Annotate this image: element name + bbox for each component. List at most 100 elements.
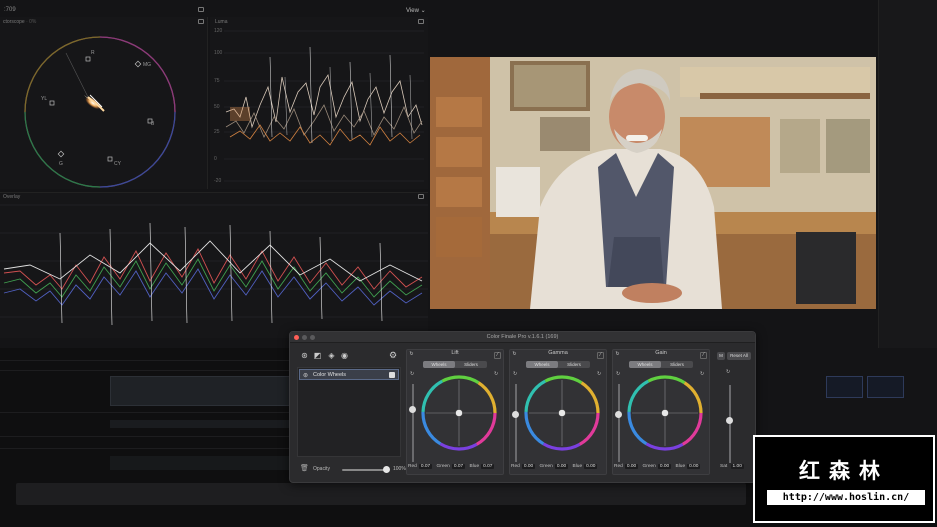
lift-red-value[interactable]: 0.07 bbox=[418, 464, 433, 469]
color-wheels-tool-icon[interactable]: ⊛ bbox=[300, 351, 309, 360]
gain-link-icon[interactable]: ↻ bbox=[614, 352, 621, 359]
window-titlebar[interactable]: Color Finale Pro v.1.6.1 (169) bbox=[290, 332, 755, 343]
opacity-value: 100% bbox=[393, 466, 406, 472]
timeline-audio-clip[interactable] bbox=[110, 420, 290, 428]
gamma-wheels-tab[interactable]: Wheels bbox=[526, 361, 558, 368]
gamma-green-value[interactable]: 0.00 bbox=[554, 464, 569, 469]
opacity-slider-knob[interactable] bbox=[383, 466, 390, 473]
gamma-mode-toggle: Wheels Sliders bbox=[526, 361, 590, 368]
lift-green-value[interactable]: 0.07 bbox=[451, 464, 466, 469]
window-title: Color Finale Pro v.1.6.1 (169) bbox=[486, 334, 559, 340]
video-frame-image bbox=[430, 57, 876, 309]
lift-green-label: Green bbox=[436, 464, 450, 469]
gain-master-slider-knob[interactable] bbox=[615, 411, 622, 418]
lift-red-label: Red bbox=[408, 464, 417, 469]
curves-tool-icon[interactable]: ◩ bbox=[313, 351, 322, 360]
gamma-blue-value[interactable]: 0.00 bbox=[584, 464, 598, 469]
inspector-swatch-2[interactable] bbox=[867, 376, 904, 398]
watermark-url: http://www.hoslin.cn/ bbox=[767, 490, 925, 505]
right-sidebar-strip bbox=[878, 0, 937, 348]
gain-blue-label: Blue bbox=[675, 464, 686, 469]
saturation-panel: ↻ Sat 1.00 bbox=[718, 349, 754, 475]
gamma-eyedropper-icon[interactable]: ⁄ bbox=[597, 352, 604, 359]
frame-label: :709 bbox=[4, 7, 16, 13]
view-menu[interactable]: View ⌄ bbox=[406, 7, 426, 14]
timeline-audio-clip-2[interactable] bbox=[110, 456, 290, 470]
sat-value[interactable]: 1.00 bbox=[730, 464, 744, 469]
gain-green-label: Green bbox=[642, 464, 656, 469]
svg-text:CY: CY bbox=[114, 161, 122, 167]
layer-list: ⊛ Color Wheels bbox=[297, 367, 401, 457]
layer-toolbar: ⊛ ◩ ◈ ◉ bbox=[300, 351, 400, 361]
gain-green-value[interactable]: 0.00 bbox=[657, 464, 672, 469]
scopes-panel: :709 View ⌄ ctorscope · 0% R MG B CY G Y… bbox=[0, 0, 878, 348]
svg-text:YL: YL bbox=[41, 96, 47, 102]
lift-mode-toggle: Wheels Sliders bbox=[423, 361, 487, 368]
gamma-green-label: Green bbox=[539, 464, 553, 469]
gamma-reset-icon[interactable]: ↻ bbox=[513, 371, 517, 377]
gain-wheels-tab[interactable]: Wheels bbox=[629, 361, 661, 368]
hue-tool-icon[interactable]: ◉ bbox=[340, 351, 349, 360]
gamma-sliders-tab[interactable]: Sliders bbox=[558, 361, 590, 368]
opacity-slider[interactable] bbox=[342, 469, 388, 471]
lut-tool-icon[interactable]: ◈ bbox=[327, 351, 336, 360]
gain-mode-toggle: Wheels Sliders bbox=[629, 361, 693, 368]
layers-sidebar: ⊛ ◩ ◈ ◉ ⊛ Color Wheels 🗑 Opacity 100% bbox=[297, 349, 406, 477]
vectorscope-graticule: R MG B CY G YL bbox=[24, 36, 176, 188]
gamma-title: Gamma bbox=[548, 350, 568, 356]
inspector-panel bbox=[754, 348, 937, 438]
gamma-red-label: Red bbox=[511, 464, 520, 469]
lift-master-slider-knob[interactable] bbox=[409, 406, 416, 413]
opacity-control: 🗑 Opacity 100% bbox=[297, 463, 406, 475]
trash-icon[interactable]: 🗑 bbox=[300, 464, 309, 472]
gamma-color-wheel[interactable] bbox=[521, 372, 603, 454]
luma-trace bbox=[224, 30, 424, 182]
sat-slider-knob[interactable] bbox=[726, 417, 733, 424]
gear-icon[interactable]: ⚙ bbox=[389, 350, 397, 361]
gain-reset-icon[interactable]: ↻ bbox=[616, 371, 620, 377]
gain-sliders-tab[interactable]: Sliders bbox=[661, 361, 693, 368]
gain-master-slider[interactable] bbox=[618, 384, 620, 462]
gamma-master-slider-knob[interactable] bbox=[512, 411, 519, 418]
lift-blue-label: Blue bbox=[469, 464, 480, 469]
lift-blue-value[interactable]: 0.07 bbox=[481, 464, 495, 469]
gain-color-wheel[interactable] bbox=[624, 372, 706, 454]
list-item[interactable]: ⊛ Color Wheels bbox=[299, 369, 399, 380]
gain-blue-value[interactable]: 0.00 bbox=[687, 464, 701, 469]
opacity-label: Opacity bbox=[313, 466, 330, 472]
gain-red-value[interactable]: 0.00 bbox=[624, 464, 639, 469]
sat-label: Sat bbox=[720, 464, 728, 469]
lift-master-slider[interactable] bbox=[412, 384, 414, 462]
lift-color-wheel[interactable] bbox=[418, 372, 500, 454]
gamma-link-icon[interactable]: ↻ bbox=[511, 352, 518, 359]
timeline-scroll-bar[interactable] bbox=[16, 483, 746, 505]
lift-eyedropper-icon[interactable]: ⁄ bbox=[494, 352, 501, 359]
watermark-text: 红森林 bbox=[799, 459, 889, 483]
gamma-master-slider[interactable] bbox=[515, 384, 517, 462]
color-wheels-icon: ⊛ bbox=[303, 373, 309, 379]
svg-text:G: G bbox=[59, 161, 63, 167]
luma-waveform: Luma 120 100 75 50 25 0 -20 bbox=[210, 17, 428, 189]
sat-reset-icon[interactable]: ↻ bbox=[726, 369, 730, 375]
video-viewer bbox=[430, 57, 876, 309]
inspector-swatch-1[interactable] bbox=[826, 376, 863, 398]
overlay-trace bbox=[0, 204, 428, 326]
gamma-blue-label: Blue bbox=[572, 464, 583, 469]
scope-settings-icon[interactable] bbox=[198, 7, 204, 12]
scopes-toolbar: :709 View ⌄ bbox=[0, 5, 430, 15]
lift-link-icon[interactable]: ↻ bbox=[408, 352, 415, 359]
svg-text:MG: MG bbox=[143, 62, 151, 68]
lift-reset-icon[interactable]: ↻ bbox=[410, 371, 414, 377]
gain-eyedropper-icon[interactable]: ⁄ bbox=[700, 352, 707, 359]
layer-enabled-checkbox[interactable] bbox=[389, 372, 395, 378]
svg-text:R: R bbox=[91, 50, 95, 56]
lift-wheels-tab[interactable]: Wheels bbox=[423, 361, 455, 368]
watermark: 红森林 http://www.hoslin.cn/ bbox=[753, 435, 935, 523]
timeline-clip[interactable] bbox=[110, 376, 290, 406]
rgb-overlay-waveform: Overlay bbox=[0, 192, 428, 338]
sat-slider[interactable] bbox=[729, 385, 731, 463]
lift-sliders-tab[interactable]: Sliders bbox=[455, 361, 487, 368]
gain-red-label: Red bbox=[614, 464, 623, 469]
layer-label: Color Wheels bbox=[313, 372, 347, 378]
gamma-red-value[interactable]: 0.00 bbox=[521, 464, 536, 469]
